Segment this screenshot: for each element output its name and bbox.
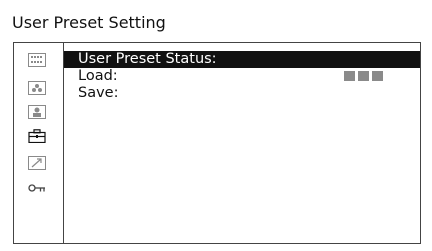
load-value-indicator	[344, 71, 383, 81]
color-icon[interactable]	[28, 81, 46, 95]
menu-item-label: User Preset Status:	[78, 51, 217, 67]
arrow-icon[interactable]	[28, 156, 46, 170]
menu-item-label: Save:	[78, 85, 119, 101]
user-icon[interactable]	[28, 105, 46, 119]
menu-grid-icon[interactable]	[28, 53, 46, 67]
menu-list: User Preset Status: Load: Save:	[64, 51, 420, 102]
menu-item-load[interactable]: Load:	[64, 68, 420, 85]
settings-panel: User Preset Status: Load: Save:	[13, 42, 421, 244]
menu-item-label: Load:	[78, 68, 118, 84]
toolbox-icon[interactable]	[28, 129, 46, 143]
menu-item-user-preset-status[interactable]: User Preset Status:	[64, 51, 420, 68]
page-title: User Preset Setting	[12, 13, 166, 32]
value-block	[358, 71, 369, 81]
value-block	[344, 71, 355, 81]
key-icon[interactable]	[28, 181, 46, 195]
menu-item-save[interactable]: Save:	[64, 85, 420, 102]
value-block	[372, 71, 383, 81]
